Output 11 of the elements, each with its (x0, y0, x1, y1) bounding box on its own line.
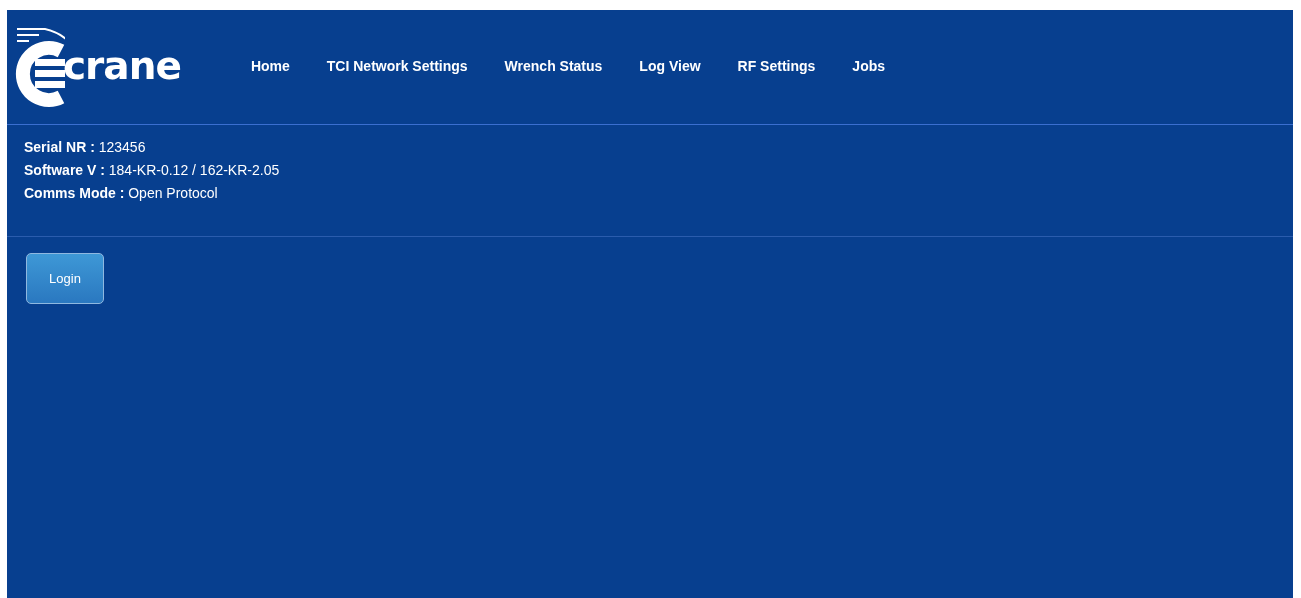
info-line: Comms Mode : Open Protocol (24, 185, 219, 201)
logo-text: crane (63, 42, 181, 88)
nav-link[interactable]: RF Settings (737, 58, 816, 74)
nav-link[interactable]: Jobs (852, 58, 886, 74)
info-line: Serial NR : 123456 (24, 139, 147, 155)
nav-link[interactable]: Wrench Status (504, 58, 603, 74)
info-line: Software V : 184-KR-0.12 / 162-KR-2.05 (24, 162, 281, 178)
nav-link[interactable]: TCI Network Settings (326, 58, 468, 74)
nav-link[interactable]: Home (250, 58, 290, 74)
login-button[interactable]: Login (26, 253, 104, 304)
nav-link[interactable]: Log View (639, 58, 701, 74)
